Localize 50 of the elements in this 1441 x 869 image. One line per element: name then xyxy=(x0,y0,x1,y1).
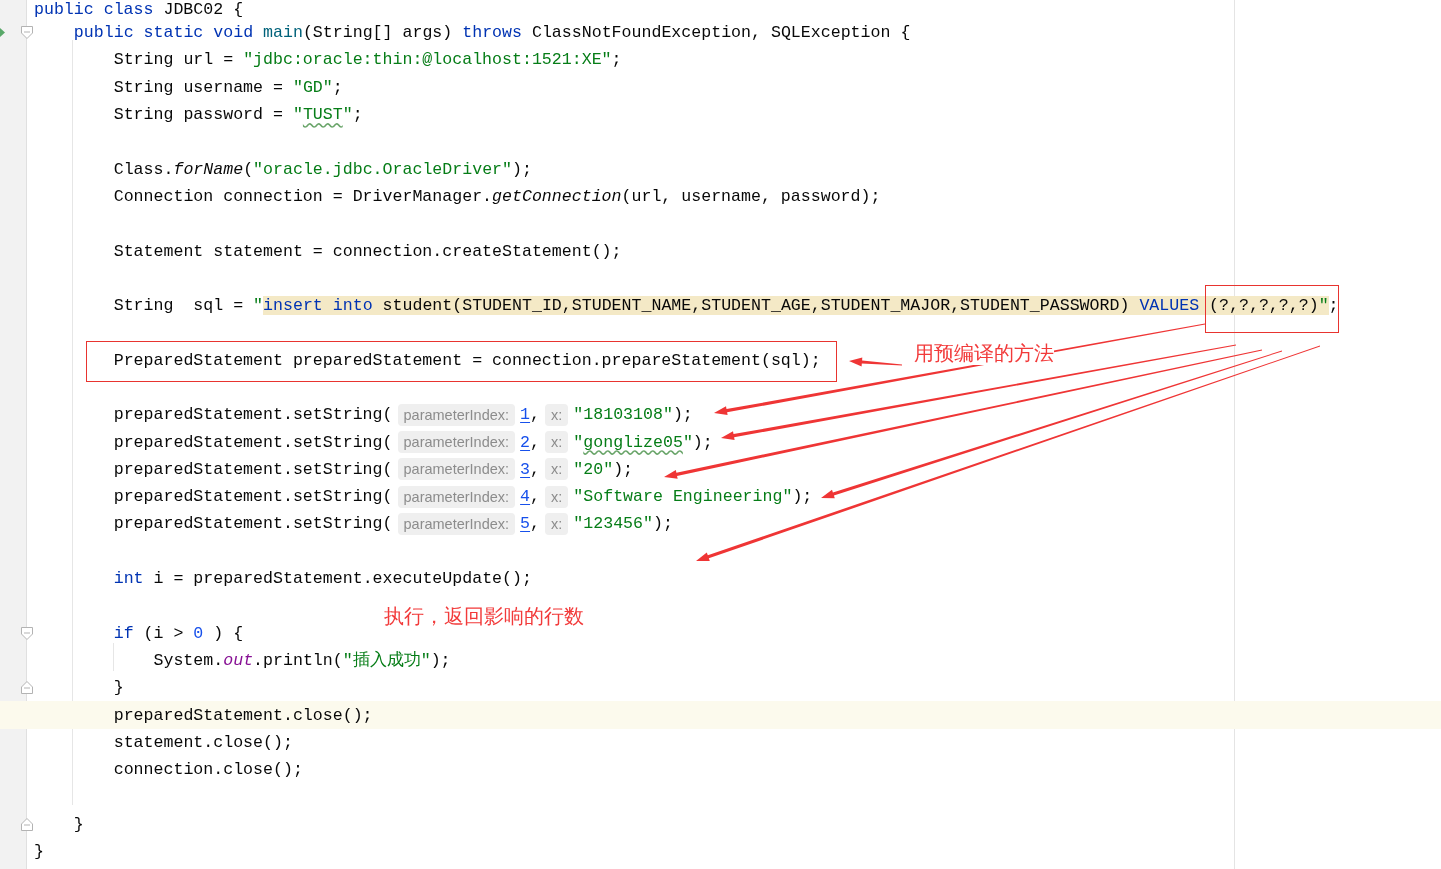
code-text: "123456"); xyxy=(573,514,673,534)
code-text: String password = "TUST"; xyxy=(113,105,363,125)
code-text: "Software Engineering"); xyxy=(573,487,813,507)
code-text: "20"); xyxy=(573,459,634,479)
annotation-text: 用预编译的方法 xyxy=(914,341,1054,365)
parameter-hint: x: xyxy=(545,431,569,454)
code-text: 1, xyxy=(520,405,541,425)
code-text: PreparedStatement preparedStatement = connection.prepareStatement(sql); xyxy=(113,350,821,370)
code-text: preparedStatement.setString( xyxy=(113,487,393,507)
code-text: String username = "GD"; xyxy=(113,77,343,97)
code-text: String url = "jdbc:oracle:thin:@localhost:1521:XE"; xyxy=(113,50,622,70)
code-text: 5, xyxy=(520,514,541,534)
code-text: } xyxy=(34,842,44,862)
code-text: preparedStatement.setString( xyxy=(113,514,393,534)
code-text: preparedStatement.close(); xyxy=(113,705,373,725)
fold-icon[interactable] xyxy=(21,817,33,831)
fold-icon[interactable] xyxy=(21,626,33,640)
code-text: } xyxy=(73,814,84,834)
fold-icon[interactable] xyxy=(21,26,33,39)
parameter-hint: parameterIndex: xyxy=(397,458,516,481)
parameter-hint: parameterIndex: xyxy=(397,403,516,426)
fold-icon[interactable] xyxy=(21,681,33,695)
code-text: public class JDBC02 { xyxy=(34,0,244,19)
code-text: 4, xyxy=(520,487,541,507)
code-text: statement.close(); xyxy=(113,732,293,752)
annotation-text: 执行，返回影响的行数 xyxy=(384,604,584,629)
code-text: public static void main(String[] args) throws ClassNotFoundException, SQLException { xyxy=(73,23,911,43)
code-text: Connection connection = DriverManager.getConnection(url, username, password); xyxy=(113,186,881,206)
code-text: 3, xyxy=(520,459,541,479)
parameter-hint: x: xyxy=(545,485,569,508)
parameter-hint: parameterIndex: xyxy=(397,431,516,454)
parameter-hint: x: xyxy=(545,513,569,535)
code-text: } xyxy=(113,678,124,698)
run-icon[interactable] xyxy=(0,28,5,37)
code-text: connection.close(); xyxy=(113,760,303,780)
parameter-hint: parameterIndex: xyxy=(397,485,516,508)
code-text: Class.forName("oracle.jdbc.OracleDriver"); xyxy=(113,159,532,179)
code-text: int i = preparedStatement.executeUpdate(); xyxy=(113,569,532,589)
code-text: System.out.println("插入成功"); xyxy=(153,650,451,670)
code-text: preparedStatement.setString( xyxy=(113,405,393,425)
code-text: Statement statement = connection.createStatement(); xyxy=(113,241,622,261)
parameter-hint: x: xyxy=(545,458,569,481)
code-text: preparedStatement.setString( xyxy=(113,459,393,479)
code-text: "18103108"); xyxy=(573,405,693,425)
code-text: preparedStatement.setString( xyxy=(113,432,393,452)
parameter-hint: x: xyxy=(545,403,569,426)
code-text: if (i > 0 ) { xyxy=(113,623,244,643)
parameter-hint: parameterIndex: xyxy=(397,513,516,535)
code-text: "gonglize05"); xyxy=(573,432,713,452)
code-text: 2, xyxy=(520,432,541,452)
